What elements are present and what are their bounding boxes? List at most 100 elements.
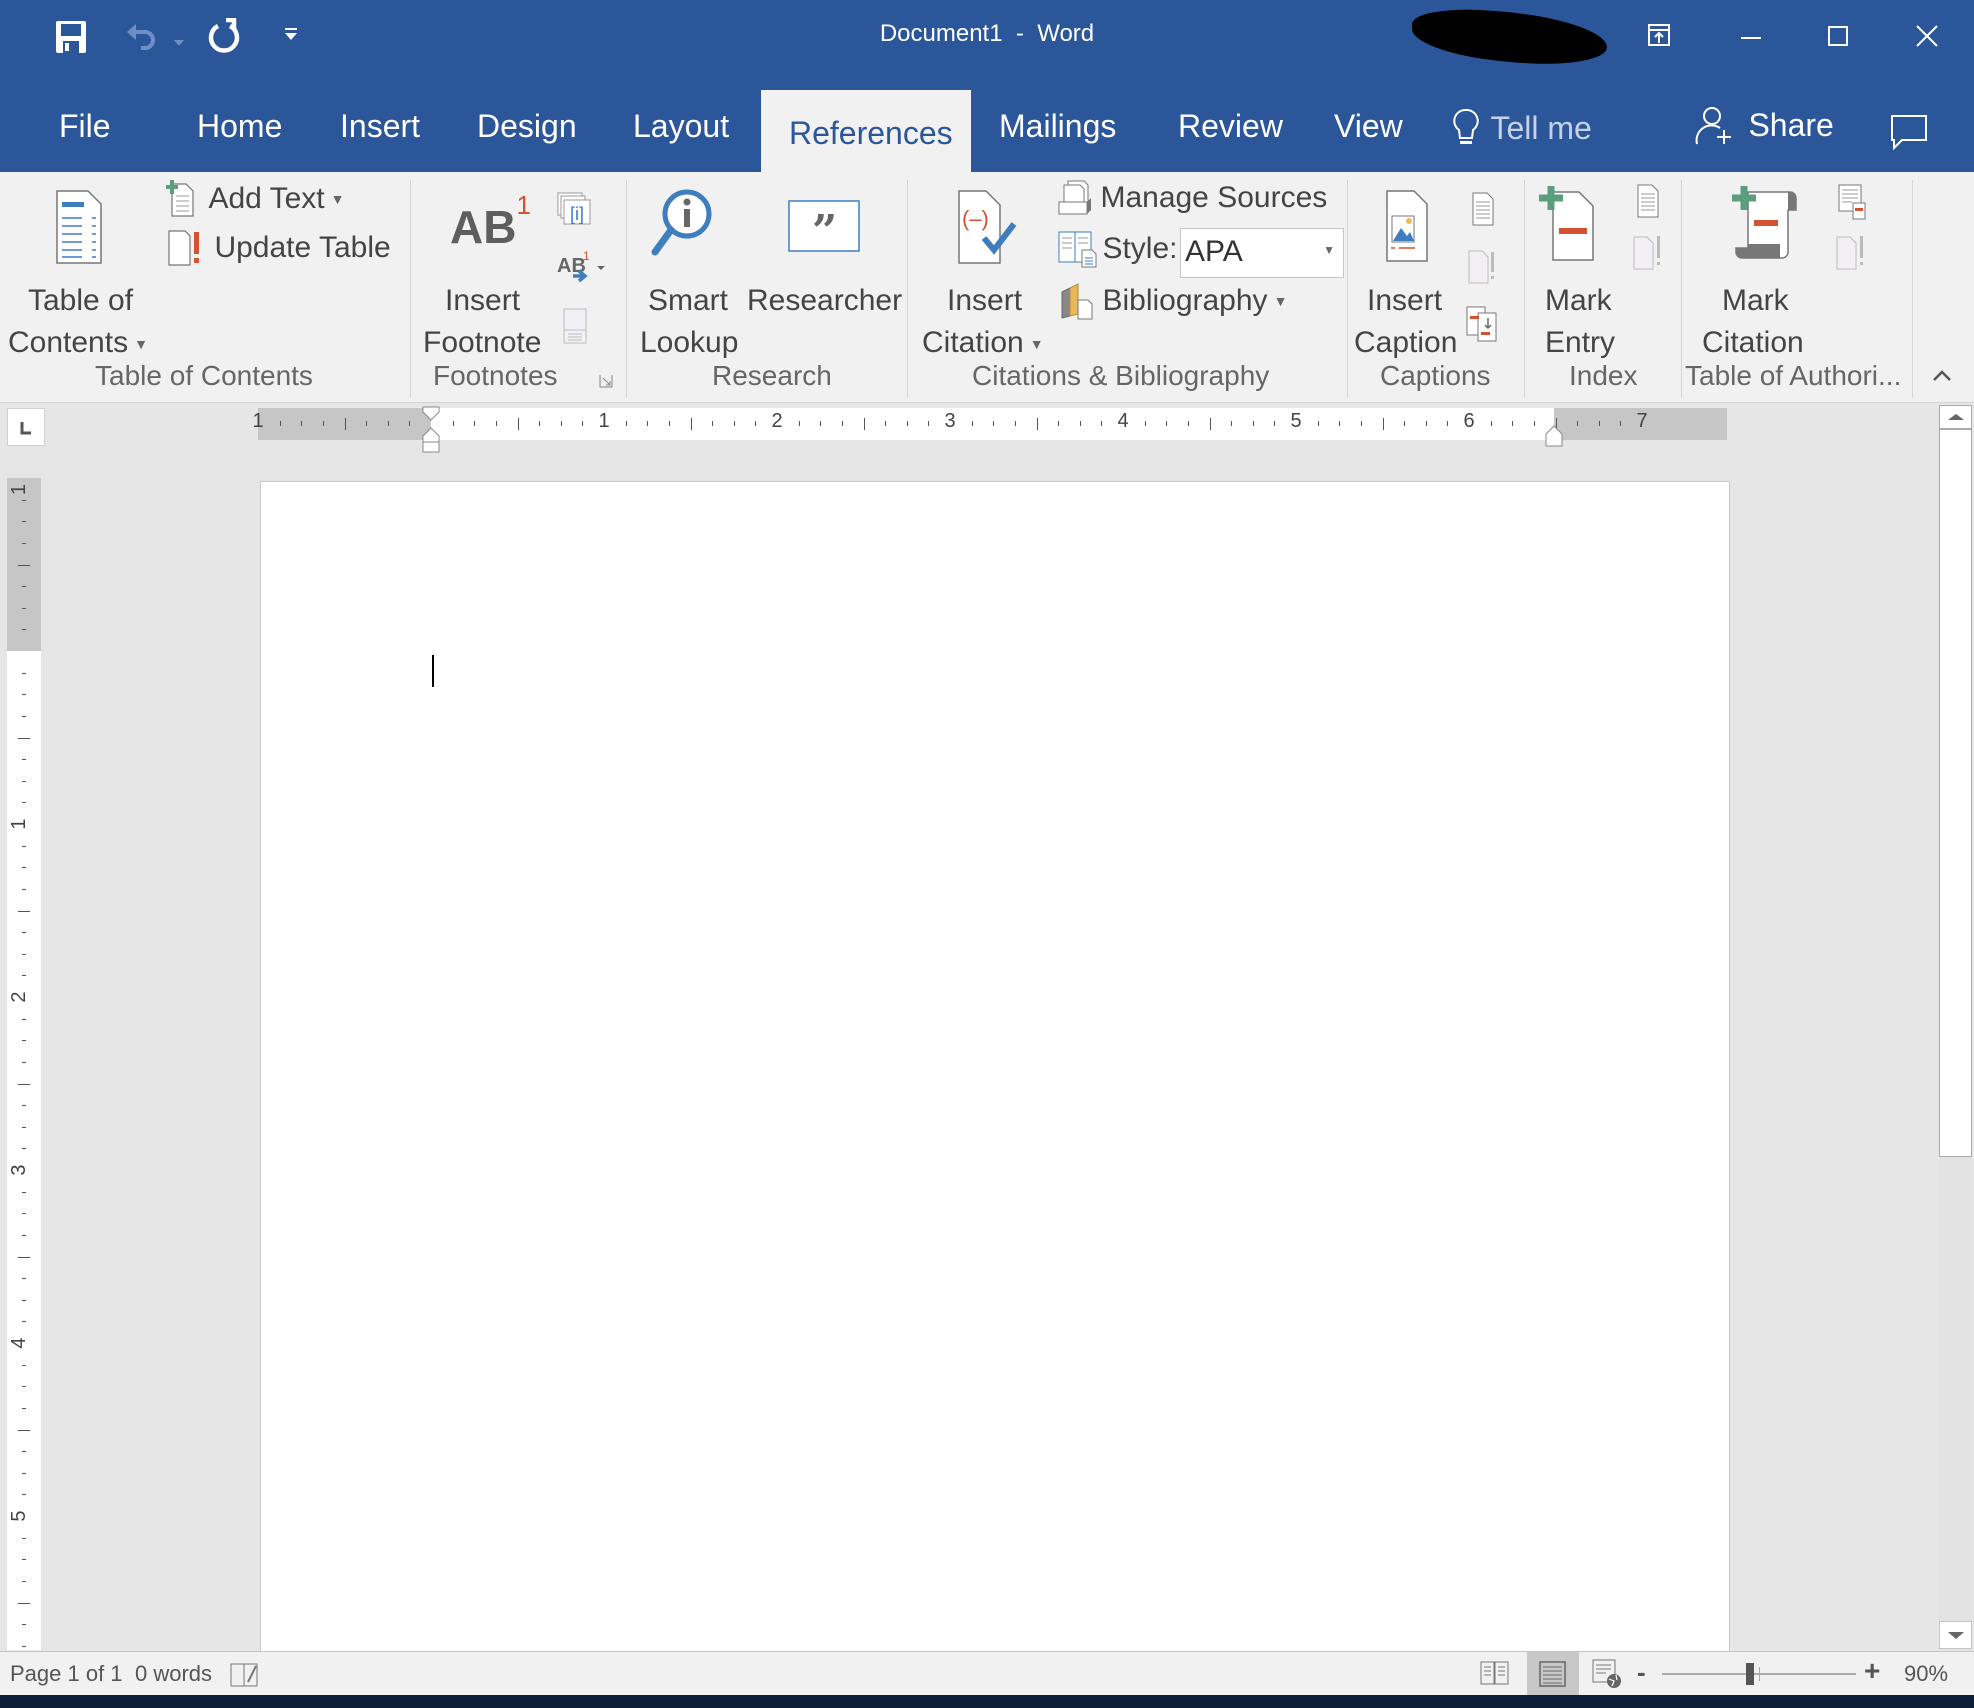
manage-sources-button[interactable]: Manage Sources <box>1058 180 1327 220</box>
style-dropdown[interactable]: APA ▼ <box>1180 228 1344 278</box>
insert-footnote-line2: Footnote <box>423 326 542 359</box>
tell-me-search[interactable]: Tell me <box>1452 106 1592 150</box>
comments-button[interactable] <box>1890 114 1928 155</box>
minimize-icon <box>1741 37 1761 39</box>
undo-button[interactable] <box>125 20 159 59</box>
tab-file[interactable]: File <box>59 108 111 145</box>
researcher-button[interactable]: ” Researcher <box>743 180 903 355</box>
left-tab-stop-icon <box>20 422 31 435</box>
ruler-tick <box>18 1602 30 1604</box>
undo-dropdown[interactable] <box>174 33 184 51</box>
ruler-tick <box>22 1040 26 1042</box>
close-button[interactable] <box>1904 18 1950 54</box>
scroll-thumb[interactable] <box>1939 429 1972 1157</box>
first-line-indent-marker[interactable] <box>421 406 441 454</box>
ruler-label: 5 <box>8 1510 31 1522</box>
collapse-ribbon-button[interactable] <box>1932 368 1952 387</box>
mark-entry-line2: Entry <box>1545 326 1616 359</box>
tab-references[interactable]: References <box>761 90 971 172</box>
footnotes-dialog-launcher[interactable] <box>599 374 613 393</box>
vertical-scrollbar[interactable] <box>1939 405 1972 1650</box>
insert-table-of-authorities-button[interactable] <box>1838 184 1868 227</box>
scroll-up-button[interactable] <box>1939 405 1972 429</box>
insert-table-of-figures-button[interactable] <box>1472 192 1494 231</box>
mark-entry-button[interactable]: Mark Entry <box>1529 180 1629 359</box>
chevron-down-icon: ▼ <box>330 191 345 207</box>
mark-citation-button[interactable]: Mark Citation <box>1686 180 1850 359</box>
ruler-tick <box>539 421 541 426</box>
ruler-tick <box>22 542 26 544</box>
zoom-level[interactable]: 90% <box>1904 1661 1948 1687</box>
save-button[interactable] <box>55 20 87 59</box>
horizontal-ruler[interactable]: 1 1 2 3 4 5 6 7 <box>252 406 1727 453</box>
ruler-tick <box>22 1191 26 1193</box>
word-count[interactable]: 0 words <box>135 1661 212 1687</box>
zoom-slider[interactable] <box>1662 1663 1856 1685</box>
tab-selector[interactable] <box>7 408 45 446</box>
group-research: Smart Lookup ” Researcher Research <box>627 172 907 402</box>
tab-view[interactable]: View <box>1334 108 1403 145</box>
scroll-down-button[interactable] <box>1939 1621 1972 1649</box>
ruler-tick <box>1620 421 1622 426</box>
ribbon-display-options-button[interactable] <box>1640 18 1680 54</box>
zoom-100-mark <box>1759 1667 1760 1681</box>
insert-index-button[interactable] <box>1637 184 1659 223</box>
ruler-tick <box>798 421 800 426</box>
next-footnote-button[interactable]: AB 1 <box>557 249 607 291</box>
insert-footnote-button[interactable]: AB1 Insert Footnote <box>417 180 547 359</box>
customize-quick-access-button[interactable] <box>284 28 298 47</box>
ruler-tick <box>18 910 30 912</box>
redo-button[interactable] <box>206 17 242 61</box>
page-count[interactable]: Page 1 of 1 <box>10 1661 123 1687</box>
chevron-down-icon: ▼ <box>1323 243 1335 257</box>
ruler-tick <box>1209 418 1211 430</box>
ruler-label: 1 <box>8 818 31 830</box>
tab-design[interactable]: Design <box>477 108 577 145</box>
maximize-button[interactable] <box>1815 18 1861 54</box>
right-indent-marker[interactable] <box>1544 424 1564 450</box>
web-layout-button[interactable] <box>1592 1659 1622 1694</box>
ruler-tick <box>1404 421 1406 426</box>
zoom-out-button[interactable]: - <box>1637 1657 1646 1688</box>
status-bar: Page 1 of 1 0 words - + 90% <box>0 1651 1974 1696</box>
vertical-ruler[interactable]: 1 1 2 3 4 5 <box>7 478 41 1650</box>
tab-layout[interactable]: Layout <box>633 108 729 145</box>
web-layout-icon <box>1592 1659 1621 1688</box>
ruler-label: 3 <box>944 410 956 432</box>
ruler-tick <box>1447 421 1449 426</box>
add-text-button[interactable]: Add Text ▼ <box>166 180 345 220</box>
tab-review[interactable]: Review <box>1178 108 1283 145</box>
mark-citation-line1: Mark <box>1722 284 1789 317</box>
update-toa-button <box>1836 234 1866 275</box>
tell-me-label: Tell me <box>1490 109 1592 146</box>
cross-reference-icon <box>1466 306 1497 342</box>
tab-mailings[interactable]: Mailings <box>999 108 1116 145</box>
ruler-tick <box>1512 421 1514 426</box>
insert-caption-button[interactable]: Insert Caption <box>1352 180 1464 359</box>
share-person-icon <box>1695 107 1731 145</box>
table-of-contents-button[interactable]: Table of Contents ▼ <box>6 180 156 359</box>
share-button[interactable]: Share <box>1694 104 1834 148</box>
minimize-button[interactable] <box>1728 18 1774 54</box>
ruler-tick <box>279 421 281 426</box>
document-page[interactable] <box>260 481 1730 1652</box>
cross-reference-button[interactable] <box>1466 306 1498 347</box>
smart-lookup-button[interactable]: Smart Lookup <box>633 180 743 359</box>
tab-home[interactable]: Home <box>197 108 282 145</box>
ruler-tick <box>560 421 562 426</box>
ruler-tick <box>22 1494 26 1496</box>
print-layout-button[interactable] <box>1527 1652 1579 1696</box>
ruler-tick <box>22 715 26 717</box>
toc-label-line1: Table of <box>28 284 134 317</box>
tab-insert[interactable]: Insert <box>340 108 420 145</box>
zoom-in-button[interactable]: + <box>1864 1655 1880 1687</box>
read-mode-button[interactable] <box>1480 1660 1510 1691</box>
zoom-slider-thumb[interactable] <box>1746 1663 1754 1685</box>
proofing-button[interactable] <box>230 1660 260 1693</box>
update-table-button[interactable]: Update Table <box>168 230 391 270</box>
ruler-tick <box>668 421 670 426</box>
ruler-tick <box>1382 418 1384 430</box>
bibliography-button[interactable]: Bibliography ▼ <box>1060 282 1287 322</box>
insert-citation-button[interactable]: (–) Insert Citation ▼ <box>914 180 1054 359</box>
insert-endnote-button[interactable]: [i] <box>557 192 591 231</box>
